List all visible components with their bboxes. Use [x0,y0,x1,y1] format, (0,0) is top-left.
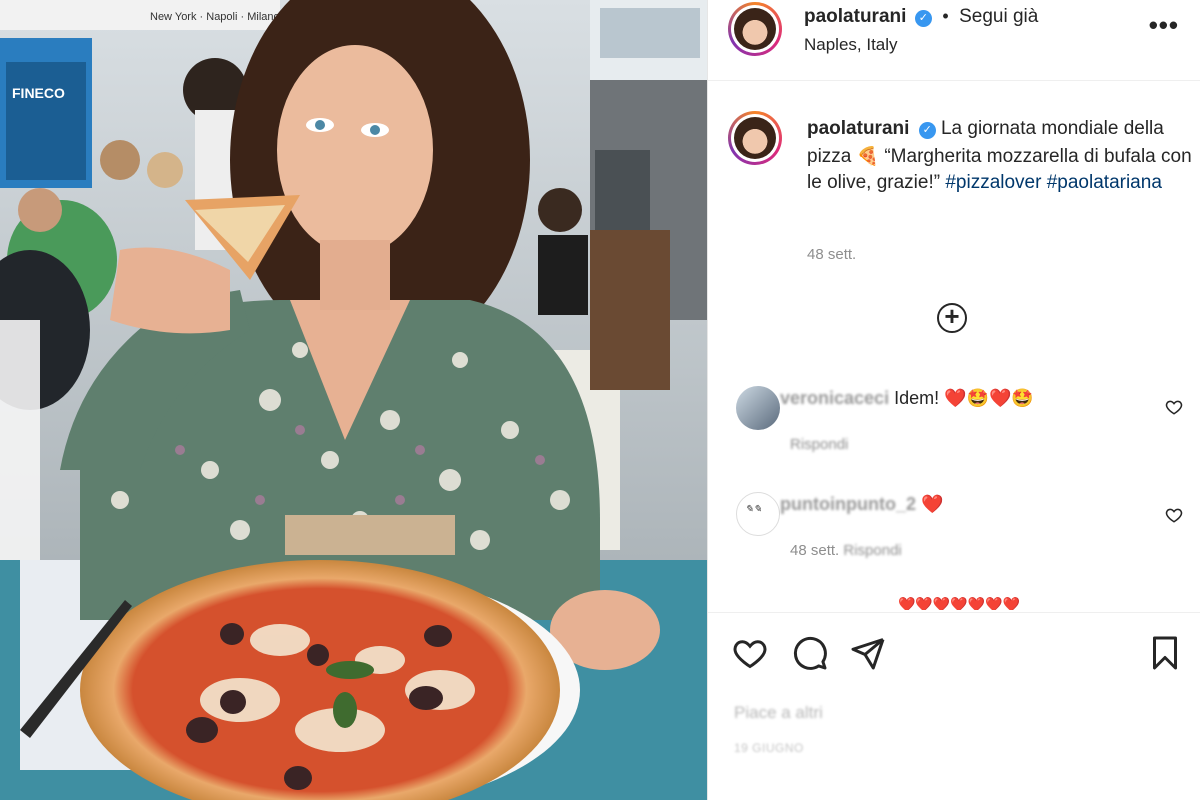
comment-heart-icon[interactable] [1165,398,1183,416]
commenter-avatar[interactable] [736,386,780,430]
comment-meta: 48 sett. Rispondi [790,542,902,559]
header-title-row: paolaturani ✓ • Segui già [804,6,1038,28]
hashtag-link[interactable]: #paolatariana [1047,172,1162,193]
follow-status-button[interactable]: Segui già [959,6,1038,27]
author-avatar[interactable] [728,2,782,56]
plus-circle-icon[interactable]: + [937,303,967,333]
verified-badge-icon: ✓ [918,122,936,139]
comment-icon[interactable] [792,635,828,671]
more-horizontal-icon[interactable]: ••• [1149,10,1179,41]
send-icon[interactable] [850,635,886,671]
reply-link[interactable]: Rispondi [843,542,901,559]
post-header: paolaturani ✓ • Segui già Naples, Italy … [708,0,1200,81]
comment-item: ✎✎ puntoinpunto_2 ❤️ 48 sett. Rispondi [708,488,1200,568]
comment-username[interactable]: veronicaceci [780,388,889,408]
photo-illustration: New York · Napoli · Milano FINECO [0,0,707,800]
caption-timestamp: 48 sett. [807,246,857,263]
banner-text: New York · Napoli · Milano [150,11,280,23]
comment-emojis: ❤️❤️❤️❤️❤️❤️❤️ [898,596,1021,610]
comment-emojis: ❤️ [920,494,944,514]
comment-emojis: ❤️🤩❤️🤩 [944,388,1034,408]
heart-icon[interactable] [732,635,768,671]
hashtag-link[interactable]: #pizzalover [945,172,1041,193]
comment-body: puntoinpunto_2 ❤️ [780,494,943,515]
post-date: 19 GIUGNO [734,741,804,755]
comment-username[interactable]: puntoinpunto_2 [780,494,916,514]
caption-username[interactable]: paolaturani [807,118,909,139]
comment-time: 48 sett. [790,542,840,559]
post-side-panel: paolaturani ✓ • Segui già Naples, Italy … [707,0,1200,800]
likes-count[interactable]: Piace a altri [734,703,823,723]
comment-heart-icon[interactable] [1165,506,1183,524]
post-caption: paolaturani ✓ La giornata mondiale della… [807,116,1195,197]
ad-brand: FINECO [12,85,65,101]
post-actions: Piace a altri 19 GIUGNO [708,612,1200,803]
verified-badge-icon: ✓ [914,10,932,27]
separator-dot: • [942,6,949,26]
comment-item: veronicaceci Idem! ❤️🤩❤️🤩 Rispondi [708,380,1200,470]
caption-avatar[interactable] [728,111,782,165]
commenter-avatar-scribble: ✎✎ [745,504,762,515]
comment-body: veronicaceci Idem! ❤️🤩❤️🤩 [780,388,1034,409]
comment-text: Idem! [894,388,940,408]
reply-link[interactable]: Rispondi [790,436,848,453]
post-photo[interactable]: New York · Napoli · Milano FINECO [0,0,707,800]
header-username[interactable]: paolaturani [804,6,906,27]
pizza-emoji: 🍕 [856,145,880,166]
commenter-avatar[interactable]: ✎✎ [736,492,780,536]
bookmark-icon[interactable] [1147,635,1183,671]
comment-item: ❤️❤️❤️❤️❤️❤️❤️ [708,596,1200,610]
post-location[interactable]: Naples, Italy [804,35,898,55]
